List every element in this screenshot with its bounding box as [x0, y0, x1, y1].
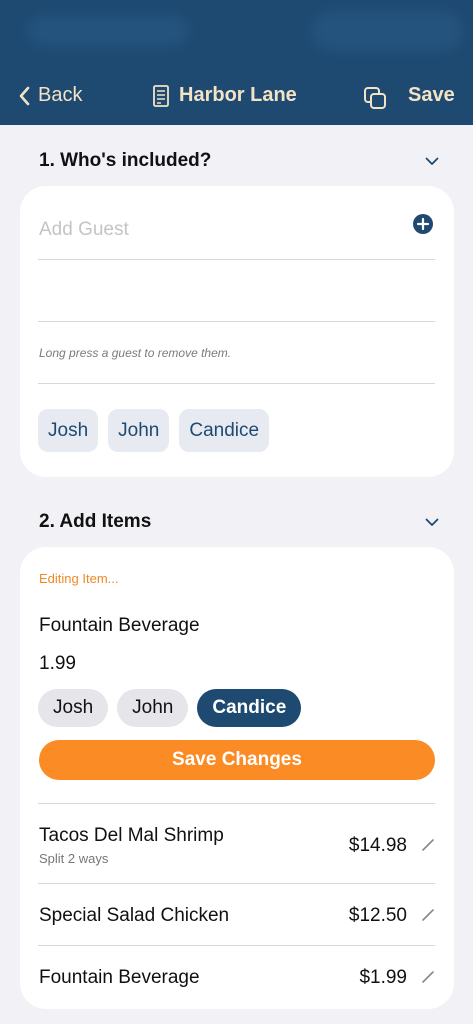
- back-button[interactable]: Back: [18, 84, 82, 107]
- list-item[interactable]: Fountain Beverage $1.99: [39, 945, 435, 1007]
- divider: [38, 259, 435, 260]
- item-name-field[interactable]: Fountain Beverage: [39, 615, 200, 637]
- save-button[interactable]: Save: [408, 84, 455, 107]
- list-item[interactable]: Special Salad Chicken $12.50: [39, 883, 435, 945]
- plus-circle-icon[interactable]: [412, 213, 434, 235]
- guest-chip-josh[interactable]: Josh: [38, 409, 99, 452]
- section-items-title: 2. Add Items: [39, 511, 152, 532]
- pencil-icon[interactable]: [421, 908, 435, 922]
- item-price-field[interactable]: 1.99: [39, 653, 76, 675]
- item-row-split: Split 2 ways: [39, 851, 109, 866]
- guest-chips: Josh John Candice: [38, 409, 270, 452]
- section-items-header[interactable]: 2. Add Items: [39, 511, 439, 533]
- nav-bar: Back Harbor Lane Save: [0, 74, 473, 122]
- guests-card: Add Guest Long press a guest to remove t…: [20, 186, 454, 477]
- section-guests-title: 1. Who's included?: [39, 150, 212, 171]
- status-bar-redacted-right: [312, 12, 462, 50]
- guest-chip-candice[interactable]: Candice: [179, 409, 270, 452]
- editing-item-label: Editing Item...: [39, 571, 119, 586]
- item-row-price: $1.99: [359, 967, 407, 988]
- status-bar-redacted-left: [28, 16, 188, 46]
- receipt-icon: [153, 84, 169, 107]
- guest-chip-john[interactable]: John: [108, 409, 170, 452]
- copy-icon: [364, 87, 386, 109]
- item-row-price: $14.98: [348, 835, 407, 856]
- section-guests-header[interactable]: 1. Who's included?: [39, 150, 439, 172]
- copy-button[interactable]: [363, 86, 387, 115]
- back-label: Back: [38, 84, 83, 106]
- add-guest-input[interactable]: Add Guest: [39, 219, 129, 241]
- remove-guest-hint: Long press a guest to remove them.: [39, 346, 232, 360]
- divider: [38, 383, 435, 384]
- items-card: Editing Item... Fountain Beverage 1.99 J…: [20, 547, 454, 1009]
- list-item[interactable]: Tacos Del Mal Shrimp Split 2 ways $14.98: [39, 803, 435, 883]
- assignee-chip-josh[interactable]: Josh: [38, 689, 109, 727]
- divider: [38, 321, 435, 322]
- item-row-name: Fountain Beverage: [39, 967, 200, 988]
- header-bar: Back Harbor Lane Save: [0, 0, 473, 125]
- assignee-chip-john[interactable]: John: [117, 689, 189, 727]
- item-row-price: $12.50: [348, 905, 407, 926]
- pencil-icon[interactable]: [421, 970, 435, 984]
- chevron-down-icon[interactable]: [425, 157, 439, 166]
- chevron-down-icon[interactable]: [425, 518, 439, 527]
- title-text: Harbor Lane: [179, 84, 297, 106]
- chevron-left-icon: [19, 86, 30, 105]
- page-title: Harbor Lane: [152, 84, 297, 107]
- pencil-icon[interactable]: [421, 838, 435, 852]
- assignee-chip-candice[interactable]: Candice: [197, 689, 302, 727]
- save-changes-button[interactable]: Save Changes: [39, 740, 435, 780]
- item-row-name: Special Salad Chicken: [39, 905, 230, 926]
- item-row-name: Tacos Del Mal Shrimp: [39, 825, 224, 846]
- assignee-chips: Josh John Candice: [38, 689, 302, 727]
